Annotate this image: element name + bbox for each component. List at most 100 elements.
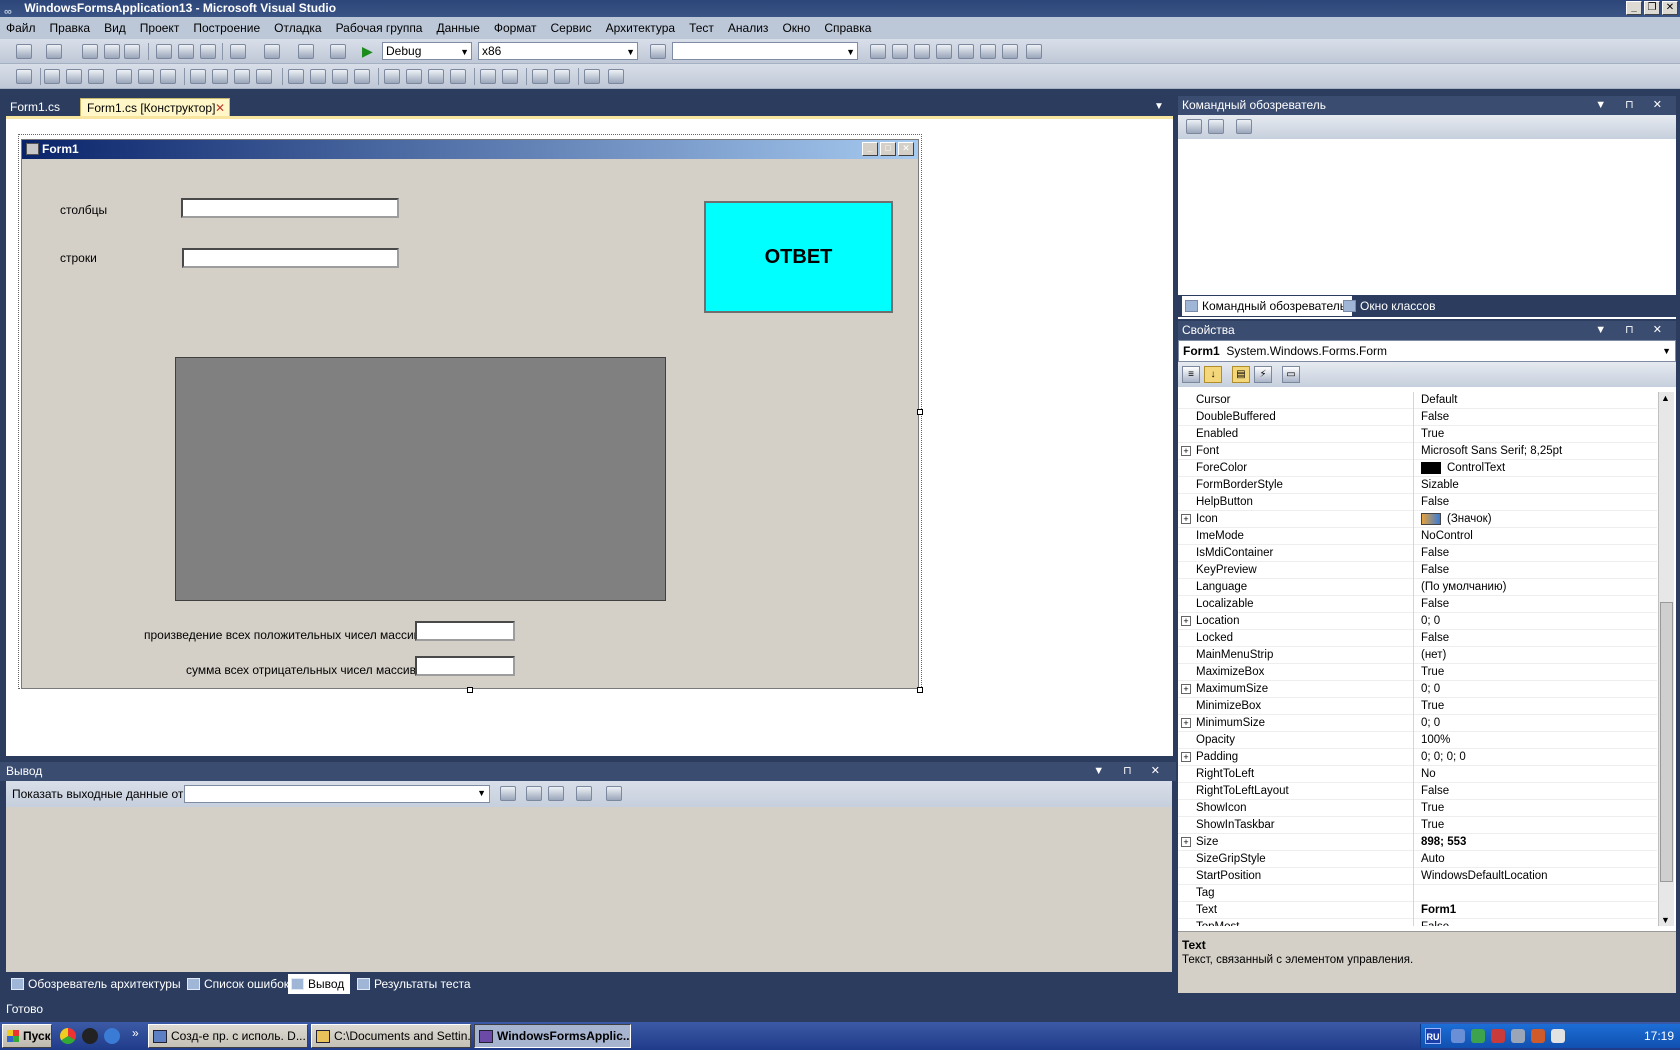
solution-explorer-icon[interactable] [892,44,908,59]
align-lefts-icon[interactable] [44,69,60,84]
menu-data[interactable]: Данные [436,21,479,35]
property-value[interactable]: ControlText [1421,460,1505,477]
center-horizontally-icon[interactable] [480,69,496,84]
property-row[interactable]: + Font Microsoft Sans Serif; 8,25pt [1178,443,1657,460]
property-row[interactable]: IsMdiContainer False [1178,545,1657,562]
property-value[interactable]: Microsoft Sans Serif; 8,25pt [1421,443,1562,460]
vertical-spacing-equal-icon[interactable] [384,69,400,84]
menu-team[interactable]: Рабочая группа [336,21,423,35]
remove-vertical-spacing-icon[interactable] [450,69,466,84]
tab-form1-code[interactable]: Form1.cs [4,98,66,116]
increase-horizontal-spacing-icon[interactable] [310,69,326,84]
property-row[interactable]: Locked False [1178,630,1657,647]
navigate-forward-icon[interactable] [330,44,346,59]
align-tops-icon[interactable] [116,69,132,84]
copy-icon[interactable] [178,44,194,59]
menu-build[interactable]: Построение [193,21,260,35]
rows-input[interactable] [182,248,399,268]
redo-icon[interactable] [264,44,280,59]
properties-window-icon[interactable] [914,44,930,59]
refresh-icon[interactable] [1186,119,1202,134]
quick-launch-more[interactable]: » [132,1026,139,1040]
property-value[interactable]: 0; 0; 0; 0 [1421,749,1466,766]
add-item-icon[interactable] [46,44,62,59]
make-same-size-icon[interactable] [256,69,272,84]
property-value[interactable]: 100% [1421,732,1450,749]
property-value[interactable]: (Значок) [1421,511,1492,528]
align-to-grid-icon[interactable] [16,69,32,84]
open-file-icon[interactable] [82,44,98,59]
panel-controls[interactable]: ▼ ⊓ ✕ [1595,96,1670,115]
property-row[interactable]: KeyPreview False [1178,562,1657,579]
property-value[interactable]: (По умолчанию) [1421,579,1506,596]
menu-help[interactable]: Справка [824,21,871,35]
tab-output[interactable]: Вывод [288,974,351,994]
new-project-icon[interactable] [16,44,32,59]
property-value[interactable]: 898; 553 [1421,834,1466,851]
expand-icon[interactable]: + [1181,616,1191,626]
menu-format[interactable]: Формат [494,21,537,35]
decrease-vertical-spacing-icon[interactable] [428,69,444,84]
chevron-down-icon[interactable]: ▼ [1154,101,1164,112]
property-row[interactable]: ImeMode NoControl [1178,528,1657,545]
property-row[interactable]: HelpButton False [1178,494,1657,511]
configuration-select[interactable]: Debug ▼ [382,42,472,60]
property-scrollbar[interactable]: ▲ ▼ [1658,392,1674,926]
property-value[interactable]: False [1421,630,1449,647]
property-value[interactable]: True [1421,800,1444,817]
tab-error-list[interactable]: Список ошибок [184,974,289,994]
find-combo[interactable]: ▼ [672,42,858,60]
label-sum[interactable]: сумма всех отрицательных чисел массива [186,663,423,677]
send-to-back-icon[interactable] [554,69,570,84]
ie-icon[interactable] [104,1028,120,1044]
sum-input[interactable] [415,656,515,676]
expand-icon[interactable]: + [1181,514,1191,524]
categorized-icon[interactable]: ≡ [1182,366,1200,383]
network-icon[interactable] [1451,1029,1465,1043]
property-value[interactable]: False [1421,409,1449,426]
property-row[interactable]: ShowInTaskbar True [1178,817,1657,834]
property-value[interactable]: No [1421,766,1436,783]
connect-icon[interactable] [1236,119,1252,134]
remove-horizontal-spacing-icon[interactable] [354,69,370,84]
property-row[interactable]: SizeGripStyle Auto [1178,851,1657,868]
property-row[interactable]: + Location 0; 0 [1178,613,1657,630]
property-value[interactable]: 0; 0 [1421,715,1440,732]
update-icon[interactable] [1531,1029,1545,1043]
align-rights-icon[interactable] [88,69,104,84]
menu-edit[interactable]: Правка [50,21,91,35]
antivirus-icon[interactable] [1491,1029,1505,1043]
resize-handle-right[interactable] [917,409,923,415]
toolbox-icon[interactable] [958,44,974,59]
property-row[interactable]: Text Form1 [1178,902,1657,919]
property-value[interactable]: False [1421,783,1449,800]
close-icon[interactable]: ✕ [215,99,225,117]
property-value[interactable]: False [1421,596,1449,613]
property-value[interactable]: Sizable [1421,477,1459,494]
property-value[interactable]: (нет) [1421,647,1446,664]
property-value[interactable]: 0; 0 [1421,613,1440,630]
close-button[interactable]: ✕ [1662,1,1678,15]
expand-icon[interactable]: + [1181,446,1191,456]
object-browser-icon[interactable] [936,44,952,59]
property-row[interactable]: StartPosition WindowsDefaultLocation [1178,868,1657,885]
save-icon[interactable] [104,44,120,59]
expand-icon[interactable]: + [1181,752,1191,762]
restore-button[interactable]: ❐ [1644,1,1660,15]
panel-controls[interactable]: ▼ ⊓ ✕ [1595,321,1670,340]
label-rows[interactable]: строки [60,251,97,265]
menu-architecture[interactable]: Архитектура [606,21,676,35]
clear-all-icon[interactable] [576,786,592,801]
menu-tools[interactable]: Сервис [550,21,591,35]
property-value[interactable]: 0; 0 [1421,681,1440,698]
property-row[interactable]: RightToLeft No [1178,766,1657,783]
expand-icon[interactable]: + [1181,684,1191,694]
find-message-icon[interactable] [500,786,516,801]
extension-manager-icon[interactable] [1002,44,1018,59]
property-row[interactable]: + Padding 0; 0; 0; 0 [1178,749,1657,766]
tab-form1-designer[interactable]: Form1.cs [Конструктор] ✕ [80,98,230,116]
product-input[interactable] [415,621,515,641]
decrease-horizontal-spacing-icon[interactable] [332,69,348,84]
label-product[interactable]: произведение всех положительных чисел ма… [144,628,427,642]
property-value[interactable]: False [1421,545,1449,562]
